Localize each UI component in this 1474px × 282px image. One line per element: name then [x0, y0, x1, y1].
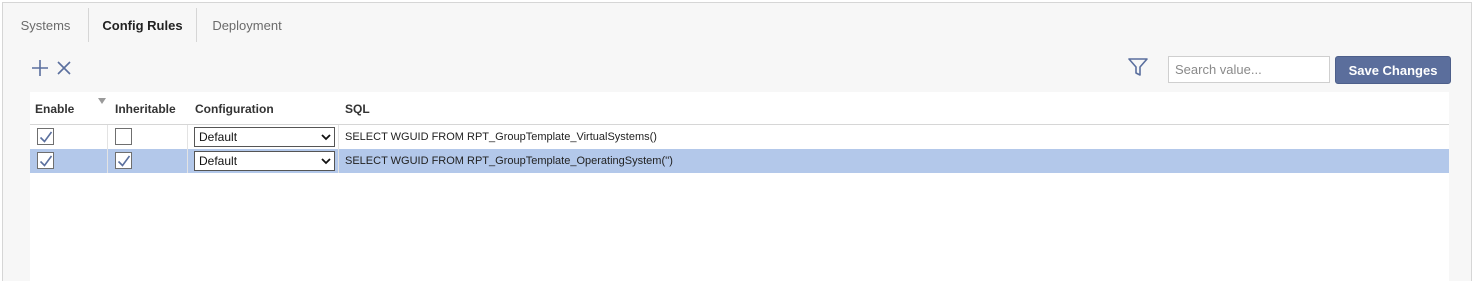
search-input[interactable] — [1168, 56, 1330, 83]
tab-deployment[interactable]: Deployment — [197, 8, 297, 42]
save-changes-button[interactable]: Save Changes — [1335, 56, 1451, 84]
tab-systems[interactable]: Systems — [3, 8, 88, 42]
inheritable-cell — [108, 149, 188, 173]
delete-rule-button[interactable] — [55, 59, 73, 77]
sort-desc-icon[interactable] — [98, 98, 106, 104]
table-row[interactable]: Default SELECT WGUID FROM RPT_GroupTempl… — [30, 125, 1449, 149]
column-header-inheritable[interactable]: Inheritable — [115, 92, 176, 125]
rules-grid: Enable Inheritable Configuration SQL Def… — [30, 92, 1449, 282]
configuration-cell: Default — [188, 149, 339, 173]
inheritable-checkbox[interactable] — [115, 128, 132, 145]
sql-cell: SELECT WGUID FROM RPT_GroupTemplate_Virt… — [345, 131, 657, 143]
enable-checkbox[interactable] — [37, 128, 54, 145]
configuration-cell: Default — [188, 125, 339, 149]
inheritable-cell — [108, 125, 188, 149]
column-header-configuration[interactable]: Configuration — [195, 92, 274, 125]
configuration-select-value: Default — [199, 154, 238, 168]
config-rules-panel: Systems Config Rules Deployment Save Cha… — [2, 2, 1472, 282]
table-row-selected[interactable]: Default SELECT WGUID FROM RPT_GroupTempl… — [30, 149, 1449, 173]
checkmark-icon — [117, 155, 131, 167]
checkmark-icon — [39, 131, 53, 143]
filter-button[interactable] — [1127, 56, 1149, 78]
filter-icon — [1128, 58, 1148, 76]
enable-cell — [30, 149, 108, 173]
configuration-select-value: Default — [199, 130, 238, 144]
tab-config-rules[interactable]: Config Rules — [88, 8, 197, 42]
add-rule-button[interactable] — [31, 59, 49, 77]
tab-bar: Systems Config Rules Deployment — [3, 8, 297, 42]
plus-icon — [32, 60, 48, 76]
column-header-sql[interactable]: SQL — [345, 92, 370, 125]
sql-cell: SELECT WGUID FROM RPT_GroupTemplate_Oper… — [345, 155, 673, 167]
grid-header: Enable Inheritable Configuration SQL — [30, 92, 1449, 125]
chevron-down-icon — [321, 158, 331, 165]
configuration-select[interactable]: Default — [194, 151, 335, 171]
column-header-enable[interactable]: Enable — [35, 92, 74, 125]
inheritable-checkbox[interactable] — [115, 152, 132, 169]
configuration-select[interactable]: Default — [194, 127, 335, 147]
enable-cell — [30, 125, 108, 149]
close-icon — [57, 61, 71, 75]
enable-checkbox[interactable] — [37, 152, 54, 169]
chevron-down-icon — [321, 134, 331, 141]
checkmark-icon — [39, 155, 53, 167]
